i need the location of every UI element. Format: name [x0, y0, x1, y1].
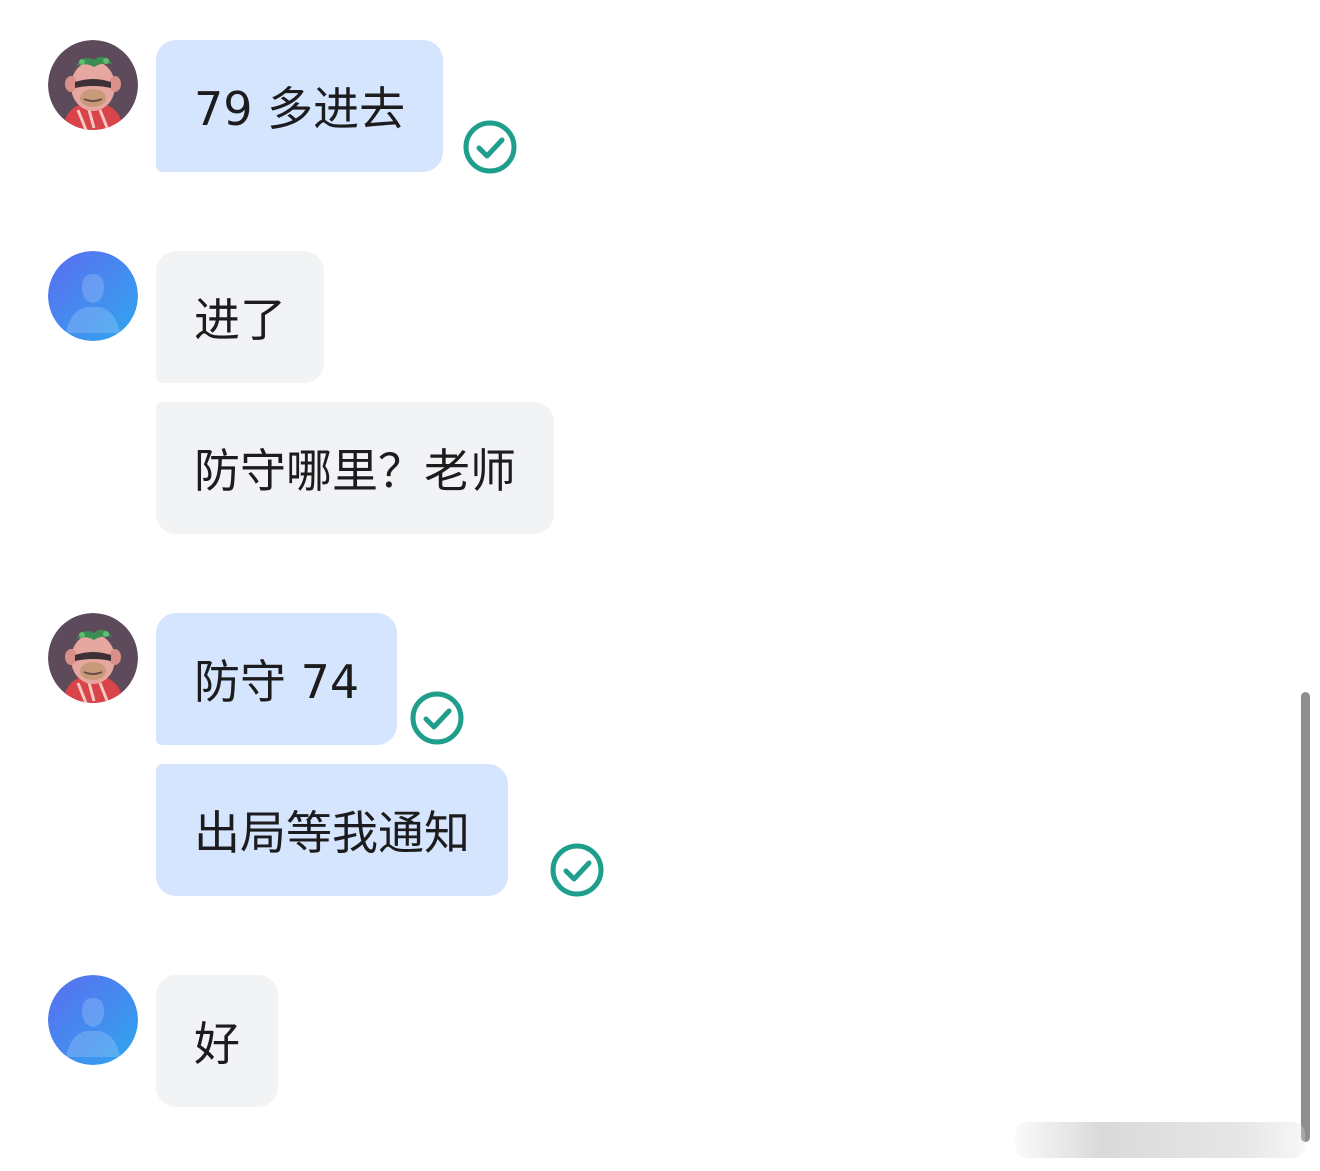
watermark: [1015, 1122, 1305, 1158]
sent-check-icon: [410, 691, 464, 745]
message-bubble[interactable]: 出局等我通知: [156, 764, 508, 896]
avatar-ape[interactable]: [48, 613, 138, 703]
message-text: 好: [194, 1017, 240, 1071]
message-text: 防守哪里？老师: [194, 444, 516, 498]
sent-check-icon: [463, 120, 517, 174]
message-text: 防守 74: [194, 655, 360, 709]
message-text: 进了: [194, 293, 286, 347]
chat-thread[interactable]: 79 多进去 进了 防守哪里？老师 防守 74 出局等我通知 好: [0, 0, 1320, 1171]
message-bubble[interactable]: 好: [156, 975, 278, 1107]
avatar-default-user[interactable]: [48, 251, 138, 341]
sent-check-icon: [550, 843, 604, 897]
message-bubble[interactable]: 79 多进去: [156, 40, 444, 172]
avatar-default-user[interactable]: [48, 975, 138, 1065]
message-text: 79 多进去: [194, 82, 406, 136]
message-bubble[interactable]: 防守 74: [156, 613, 398, 745]
avatar-ape[interactable]: [48, 40, 138, 130]
message-text: 出局等我通知: [194, 806, 470, 860]
message-bubble[interactable]: 防守哪里？老师: [156, 402, 554, 534]
scrollbar[interactable]: [1301, 692, 1310, 1142]
message-bubble[interactable]: 进了: [156, 251, 324, 383]
